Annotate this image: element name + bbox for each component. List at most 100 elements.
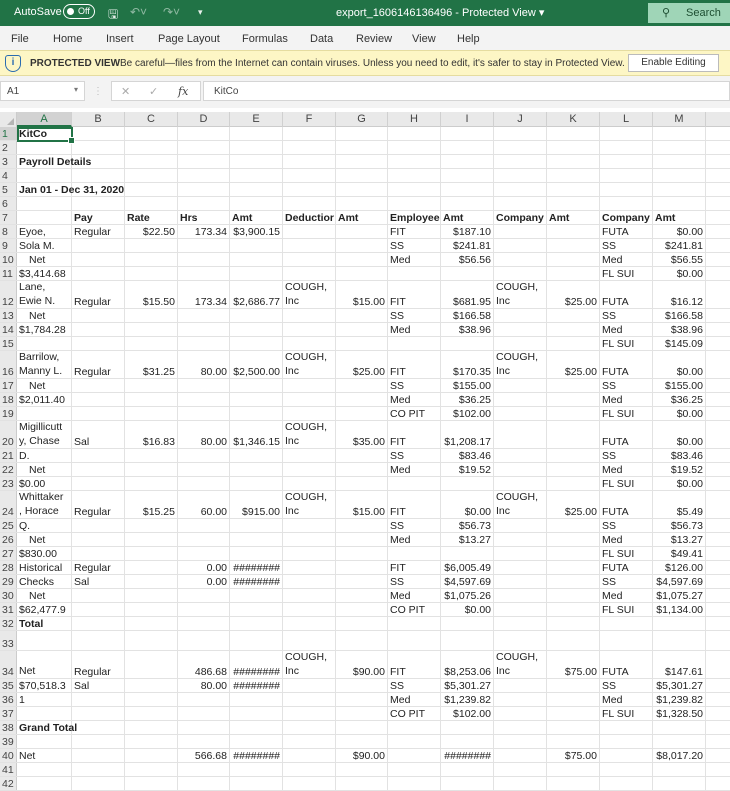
cell-j7[interactable]: Company [494,211,547,224]
cell-m30[interactable]: $1,075.27 [653,589,706,602]
chevron-down-icon[interactable]: ▾ [74,85,78,94]
cell-m29[interactable]: $4,597.69 [653,575,706,588]
cell-c3[interactable] [125,155,178,168]
cell-j11[interactable] [494,267,547,280]
cell-h25[interactable]: SS [388,519,441,532]
cell-b6[interactable] [72,197,125,210]
cell-a22[interactable]: Net [17,463,72,476]
row-header[interactable]: 35 [0,679,17,692]
row-header[interactable]: 23 [0,477,17,490]
cell-l14[interactable]: Med [600,323,653,336]
cell-c7[interactable]: Rate [125,211,178,224]
cell-b3[interactable] [72,155,125,168]
cell-a16[interactable]: Barrilow, Manny L. [17,351,72,378]
cell-e9[interactable] [230,239,283,252]
cell-k5[interactable] [547,183,600,196]
cell-h35[interactable]: SS [388,679,441,692]
cell-e32[interactable] [230,617,283,630]
cell-a3[interactable]: Payroll Details [17,155,91,168]
tab-home[interactable]: Home [53,33,82,45]
row-header[interactable]: 39 [0,735,17,748]
cell-d24[interactable]: 60.00 [178,491,230,518]
cell-j17[interactable] [494,379,547,392]
cell-i1[interactable] [441,127,494,140]
cell-e13[interactable] [230,309,283,322]
cell-i39[interactable] [441,735,494,748]
cell-e37[interactable] [230,707,283,720]
cell-d35[interactable]: 80.00 [178,679,230,692]
cell-g14[interactable] [336,323,388,336]
cell-l12[interactable]: FUTA [600,281,653,308]
cell-j8[interactable] [494,225,547,238]
cell-c28[interactable] [125,561,178,574]
cell-h10[interactable]: Med [388,253,441,266]
cell-k35[interactable] [547,679,600,692]
cell-i13[interactable]: $166.58 [441,309,494,322]
cell-j32[interactable] [494,617,547,630]
cell-b14[interactable] [72,323,125,336]
cell-f9[interactable] [283,239,336,252]
cell-g19[interactable] [336,407,388,420]
row-header[interactable]: 24 [0,491,17,518]
cell-l18[interactable]: Med [600,393,653,406]
cell-j40[interactable] [494,749,547,762]
cell-h16[interactable]: FIT [388,351,441,378]
cell-k13[interactable] [547,309,600,322]
cell-h34[interactable]: FIT [388,651,441,678]
cell-a24[interactable]: Whittaker , Horace [17,491,72,518]
row-header[interactable]: 42 [0,777,17,790]
cell-h14[interactable]: Med [388,323,441,336]
cell-a32[interactable]: Total [17,617,72,630]
cell-b12[interactable]: Regular [72,281,125,308]
cell-j20[interactable] [494,421,547,448]
cell-c8[interactable]: $22.50 [125,225,178,238]
cell-f41[interactable] [283,763,336,776]
cell-d33[interactable] [178,631,230,650]
row-header[interactable]: 25 [0,519,17,532]
row-header[interactable]: 14 [0,323,17,336]
cell-c29[interactable] [125,575,178,588]
cell-c34[interactable] [125,651,178,678]
cell-f4[interactable] [283,169,336,182]
cell-l4[interactable] [600,169,653,182]
cell-m17[interactable]: $155.00 [653,379,706,392]
cell-k4[interactable] [547,169,600,182]
cell-f7[interactable]: Deductior [283,211,336,224]
cell-d17[interactable] [178,379,230,392]
cell-a33[interactable] [17,631,72,650]
cell-b15[interactable] [72,337,125,350]
cell-n38[interactable] [706,721,730,734]
tab-insert[interactable]: Insert [106,33,134,45]
cell-a13[interactable]: Net [17,309,72,322]
row-header[interactable]: 12 [0,281,17,308]
cell-e12[interactable]: $2,686.77 [230,281,283,308]
cell-a26[interactable]: Net [17,533,72,546]
cell-c32[interactable] [125,617,178,630]
cell-m10[interactable]: $56.55 [653,253,706,266]
cell-b24[interactable]: Regular [72,491,125,518]
cell-b9[interactable] [72,239,125,252]
cell-a37[interactable] [17,707,72,720]
cell-k36[interactable] [547,693,600,706]
cell-h11[interactable] [388,267,441,280]
cell-e14[interactable] [230,323,283,336]
cell-f37[interactable] [283,707,336,720]
cell-l16[interactable]: FUTA [600,351,653,378]
row-header[interactable]: 38 [0,721,17,734]
cell-f2[interactable] [283,141,336,154]
row-header[interactable]: 29 [0,575,17,588]
cell-n39[interactable] [706,735,730,748]
cell-b25[interactable] [72,519,125,532]
cell-h41[interactable] [388,763,441,776]
cell-g30[interactable] [336,589,388,602]
cell-f13[interactable] [283,309,336,322]
cell-b26[interactable] [72,533,125,546]
cell-h5[interactable] [388,183,441,196]
column-header-d[interactable]: D [178,112,230,127]
drag-handle-icon[interactable]: ⋮ [93,86,103,97]
cell-i10[interactable]: $56.56 [441,253,494,266]
cell-n26[interactable] [706,533,730,546]
cell-b11[interactable] [72,267,125,280]
cell-m5[interactable] [653,183,706,196]
row-header[interactable]: 30 [0,589,17,602]
